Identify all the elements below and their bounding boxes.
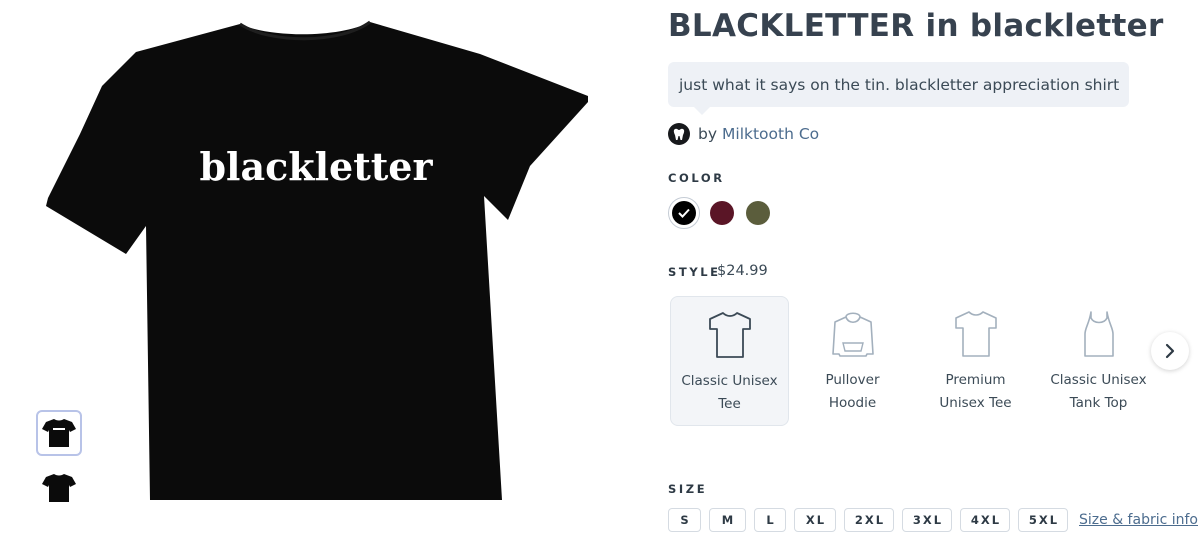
color-swatch-olive[interactable] <box>746 201 770 225</box>
style-option-premium-unisex-tee[interactable]: Premium Unisex Tee <box>916 296 1035 426</box>
style-options: Classic Unisex Tee Pullover Hoodie Premi… <box>670 296 1162 426</box>
style-option-classic-unisex-tee[interactable]: Classic Unisex Tee <box>670 296 789 426</box>
checkmark-icon <box>678 208 690 218</box>
chevron-right-icon <box>1165 343 1175 359</box>
color-swatches <box>668 197 776 229</box>
size-options: S M L XL 2XL 3XL 4XL 5XL Size & fabric i… <box>668 508 1198 532</box>
tshirt-image <box>46 20 588 500</box>
style-price: $24.99 <box>717 263 768 279</box>
size-button-l[interactable]: L <box>754 508 786 532</box>
size-button-5xl[interactable]: 5XL <box>1018 508 1068 532</box>
style-option-label: Classic Unisex Tee <box>681 373 778 412</box>
style-option-label: Premium Unisex Tee <box>939 372 1012 411</box>
tooth-icon <box>673 128 685 140</box>
shirt-front-thumbnail[interactable] <box>36 410 82 456</box>
hoodie-icon <box>831 312 874 357</box>
size-label: SIZE <box>668 482 708 496</box>
color-swatch-maroon[interactable] <box>710 201 734 225</box>
size-button-m[interactable]: M <box>709 508 746 532</box>
color-swatch-black[interactable] <box>668 197 700 229</box>
tank-top-icon <box>1083 311 1114 357</box>
style-option-classic-unisex-tank-top[interactable]: Classic Unisex Tank Top <box>1039 296 1158 426</box>
style-label: STYLE <box>668 265 721 279</box>
size-button-2xl[interactable]: 2XL <box>844 508 894 532</box>
tee-icon <box>708 312 751 358</box>
style-option-label: Pullover Hoodie <box>825 372 880 411</box>
color-label: COLOR <box>668 171 725 185</box>
tshirt-thumbnail-icon <box>42 419 76 447</box>
style-option-label: Classic Unisex Tank Top <box>1050 372 1147 411</box>
by-label: by <box>698 125 718 143</box>
product-title: BLACKLETTER in blackletter <box>668 8 1164 44</box>
tee-icon <box>954 311 997 357</box>
product-main-image: blackletter <box>40 16 592 506</box>
size-button-4xl[interactable]: 4XL <box>960 508 1010 532</box>
style-option-pullover-hoodie[interactable]: Pullover Hoodie <box>793 296 912 426</box>
shirt-back-thumbnail[interactable] <box>36 465 82 511</box>
author-link[interactable]: Milktooth Co <box>722 125 819 143</box>
style-next-button[interactable] <box>1151 332 1189 370</box>
swatch-black-fill <box>672 201 696 225</box>
size-fabric-info-link[interactable]: Size & fabric info <box>1079 512 1198 528</box>
size-button-xl[interactable]: XL <box>794 508 836 532</box>
size-button-s[interactable]: S <box>668 508 701 532</box>
tshirt-thumbnail-icon <box>42 474 76 502</box>
author-avatar[interactable] <box>668 123 690 145</box>
size-button-3xl[interactable]: 3XL <box>902 508 952 532</box>
product-description: just what it says on the tin. blacklette… <box>668 62 1130 115</box>
author-row: by Milktooth Co <box>668 122 819 146</box>
shirt-print-text: blackletter <box>199 144 433 189</box>
